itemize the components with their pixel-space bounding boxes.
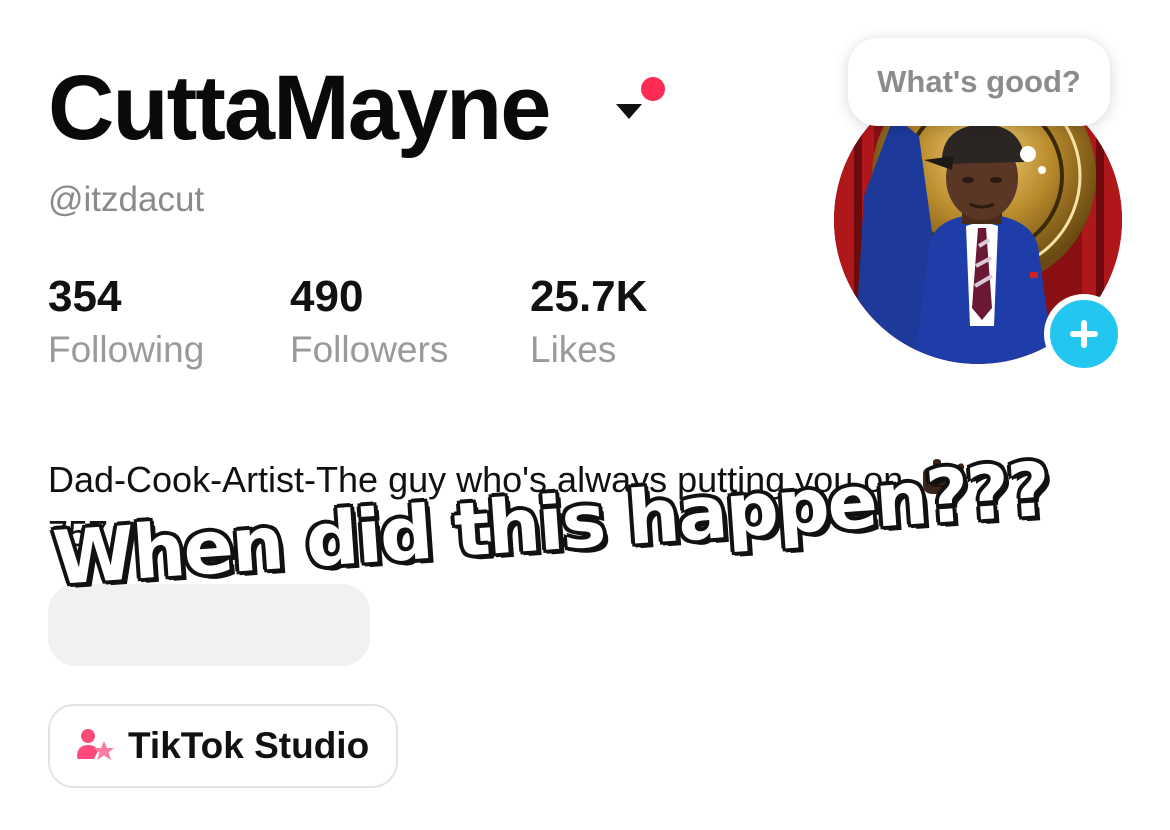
thought-bubble-dots-icon [1020, 146, 1046, 174]
following-stat[interactable]: 354 Following [48, 272, 205, 370]
likes-stat[interactable]: 25.7K Likes [530, 272, 648, 370]
following-count: 354 [48, 272, 122, 321]
add-story-button[interactable] [1044, 294, 1124, 374]
creator-studio-icon [76, 727, 114, 766]
tiktok-studio-label: TikTok Studio [128, 725, 370, 766]
followers-label: Followers [290, 329, 449, 370]
tiktok-studio-button[interactable]: TikTok Studio [48, 704, 398, 788]
plus-icon [1070, 320, 1098, 348]
display-name[interactable]: CuttaMayne [48, 62, 551, 154]
username-handle: @itzdacut [48, 180, 205, 219]
notification-dot [641, 77, 665, 101]
likes-count: 25.7K [530, 272, 648, 321]
following-label: Following [48, 329, 205, 370]
status-note-placeholder: What's good? [877, 64, 1081, 99]
likes-label: Likes [530, 329, 617, 370]
followers-count: 490 [290, 272, 364, 321]
followers-stat[interactable]: 490 Followers [290, 272, 449, 370]
account-switch-chevron-down-icon[interactable] [616, 104, 642, 119]
status-note-bubble[interactable]: What's good? [848, 38, 1110, 126]
